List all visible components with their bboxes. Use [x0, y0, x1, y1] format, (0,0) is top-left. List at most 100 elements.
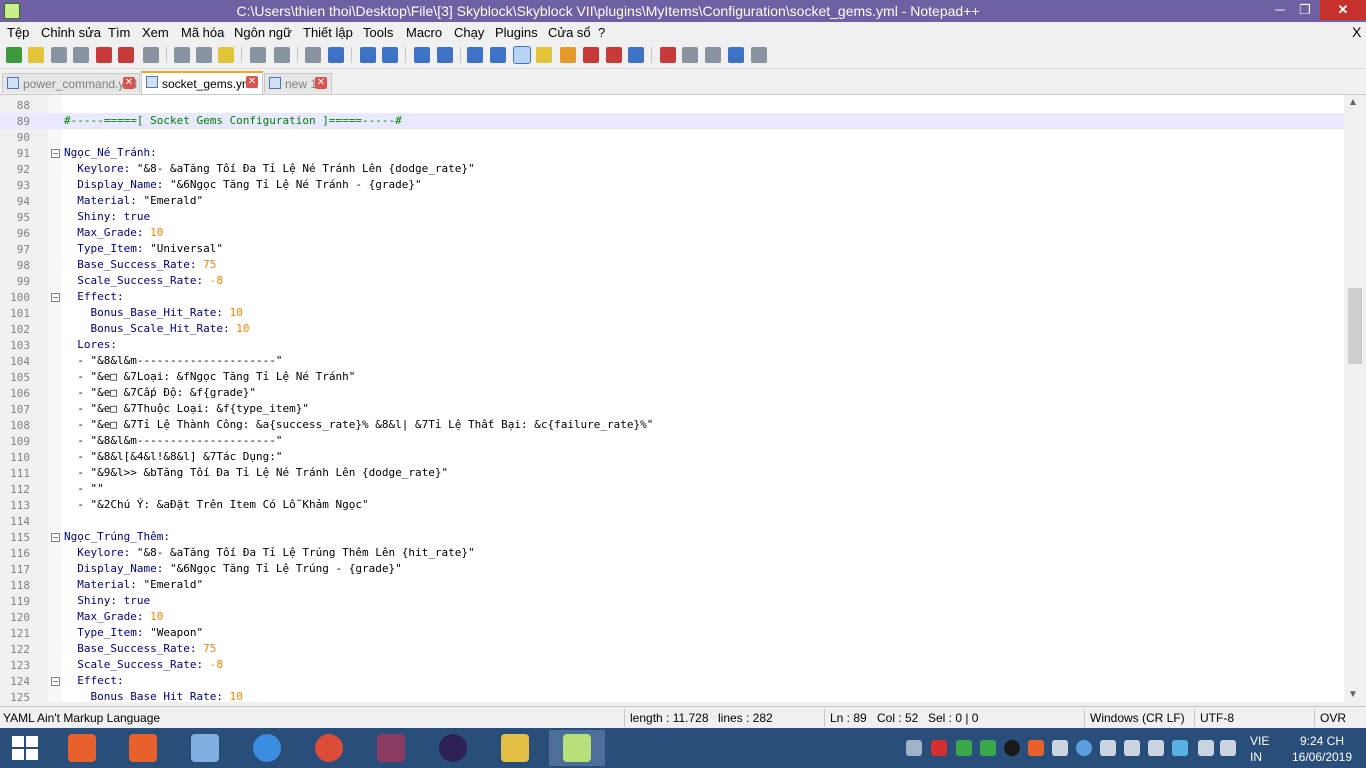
- editor-line[interactable]: 114: [0, 513, 1344, 529]
- editor-line[interactable]: 98 Base_Success_Rate: 75: [0, 257, 1344, 273]
- editor-line[interactable]: 97 Type_Item: "Universal": [0, 241, 1344, 257]
- editor-line[interactable]: 88: [0, 97, 1344, 113]
- show-all-chars-icon[interactable]: [490, 47, 506, 63]
- editor-line[interactable]: 103 Lores:: [0, 337, 1344, 353]
- signal-icon[interactable]: [1220, 740, 1236, 756]
- editor-line[interactable]: 119 Shiny: true: [0, 593, 1344, 609]
- editor-line[interactable]: 115 Ngọc_Trúng_Thêm:: [0, 529, 1344, 545]
- taskbar-chrome[interactable]: [301, 730, 357, 766]
- close-tab-icon[interactable]: ✕: [123, 77, 135, 89]
- find-icon[interactable]: [305, 47, 321, 63]
- fold-toggle-icon[interactable]: [51, 149, 60, 158]
- menu-view[interactable]: Xem: [142, 25, 169, 40]
- taskbar-winrar[interactable]: [363, 730, 419, 766]
- shield-tray-icon[interactable]: [1028, 740, 1044, 756]
- menu-file[interactable]: Tệp: [7, 25, 29, 40]
- new-file-icon[interactable]: [6, 47, 22, 63]
- udl-icon[interactable]: [536, 47, 552, 63]
- network-tray-icon[interactable]: [1076, 740, 1092, 756]
- start-button[interactable]: [12, 736, 38, 760]
- taskbar-security-app-2[interactable]: [115, 730, 171, 766]
- editor-line[interactable]: 108 - "&e□ &7Tỉ Lệ Thành Công: &a{succes…: [0, 417, 1344, 433]
- taskbar-security-app-1[interactable]: [54, 730, 110, 766]
- menu-settings[interactable]: Thiết lập: [303, 25, 353, 40]
- document-map-icon[interactable]: [560, 47, 576, 63]
- save-all-icon[interactable]: [73, 47, 89, 63]
- save-icon[interactable]: [51, 47, 67, 63]
- zoom-out-icon[interactable]: [382, 47, 398, 63]
- folder-workspace-icon[interactable]: [606, 47, 622, 63]
- zoom-in-icon[interactable]: [360, 47, 376, 63]
- indent-guide-icon[interactable]: [513, 46, 531, 64]
- editor-line[interactable]: 90: [0, 129, 1344, 145]
- editor-line[interactable]: 89 #-----=====[ Socket Gems Configuration…: [0, 113, 1344, 129]
- close-tab-icon[interactable]: ✕: [315, 77, 327, 89]
- editor-line[interactable]: 124 Effect:: [0, 673, 1344, 689]
- antivirus-tray-icon[interactable]: [931, 740, 947, 756]
- taskbar-network-app[interactable]: [239, 730, 295, 766]
- editor-line[interactable]: 93 Display_Name: "&6Ngọc Tăng Tỉ Lệ Né T…: [0, 177, 1344, 193]
- editor-line[interactable]: 96 Max_Grade: 10: [0, 225, 1344, 241]
- taskbar-notepadpp[interactable]: [549, 730, 605, 766]
- menu-window[interactable]: Cửa sổ: [548, 25, 591, 40]
- paste-icon[interactable]: [218, 47, 234, 63]
- play-macro-icon[interactable]: [705, 47, 721, 63]
- scroll-down-icon[interactable]: ▼: [1348, 689, 1358, 700]
- editor-line[interactable]: 121 Type_Item: "Weapon": [0, 625, 1344, 641]
- menu-help[interactable]: ?: [598, 25, 605, 40]
- print-icon[interactable]: [143, 47, 159, 63]
- editor-line[interactable]: 101 Bonus_Base_Hit_Rate: 10: [0, 305, 1344, 321]
- fold-toggle-icon[interactable]: [51, 293, 60, 302]
- editor-line[interactable]: 110 - "&8&l[&4&l!&8&l] &7Tác Dụng:": [0, 449, 1344, 465]
- menu-encoding[interactable]: Mã hóa: [181, 25, 224, 40]
- input-language[interactable]: VIE IN: [1250, 733, 1269, 765]
- editor-line[interactable]: 109 - "&8&l&m---------------------": [0, 433, 1344, 449]
- editor-line[interactable]: 122 Base_Success_Rate: 75: [0, 641, 1344, 657]
- menu-search[interactable]: Tìm: [108, 25, 130, 40]
- close-file-icon[interactable]: [96, 47, 112, 63]
- sync-horizontal-icon[interactable]: [437, 47, 453, 63]
- tab-new-1[interactable]: new 1 ✕: [264, 73, 332, 93]
- fold-toggle-icon[interactable]: [51, 677, 60, 686]
- battery-icon[interactable]: [1198, 740, 1214, 756]
- function-list-icon[interactable]: [583, 47, 599, 63]
- open-file-icon[interactable]: [28, 47, 44, 63]
- tab-socket-gems[interactable]: socket_gems.yml ✕: [141, 71, 263, 94]
- share-icon[interactable]: [1100, 740, 1116, 756]
- app-tray-icon-2[interactable]: [980, 740, 996, 756]
- maximize-button[interactable]: ❐: [1291, 0, 1319, 20]
- flag-icon[interactable]: [1052, 740, 1068, 756]
- taskbar-eclipse[interactable]: [425, 730, 481, 766]
- editor-line[interactable]: 111 - "&9&l>> &bTăng Tối Đa Tỉ Lệ Né Trá…: [0, 465, 1344, 481]
- copy-icon[interactable]: [196, 47, 212, 63]
- editor-line[interactable]: 107 - "&e□ &7Thuộc Loại: &f{type_item}": [0, 401, 1344, 417]
- undo-icon[interactable]: [250, 47, 266, 63]
- editor-line[interactable]: 112 - "": [0, 481, 1344, 497]
- editor-line[interactable]: 106 - "&e□ &7Cấp Độ: &f{grade}": [0, 385, 1344, 401]
- editor-line[interactable]: 102 Bonus_Scale_Hit_Rate: 10: [0, 321, 1344, 337]
- taskbar-file-explorer[interactable]: [487, 730, 543, 766]
- menu-plugins[interactable]: Plugins: [495, 25, 538, 40]
- word-wrap-icon[interactable]: [467, 47, 483, 63]
- editor-line[interactable]: 92 Keylore: "&8- &aTăng Tối Đa Tỉ Lệ Né …: [0, 161, 1344, 177]
- editor-line[interactable]: 100 Effect:: [0, 289, 1344, 305]
- editor-line[interactable]: 99 Scale_Success_Rate: -8: [0, 273, 1344, 289]
- stop-macro-icon[interactable]: [682, 47, 698, 63]
- close-document-button[interactable]: X: [1352, 24, 1361, 40]
- close-all-icon[interactable]: [118, 47, 134, 63]
- system-clock[interactable]: 9:24 CH 16/06/2019: [1286, 733, 1358, 765]
- fold-toggle-icon[interactable]: [51, 533, 60, 542]
- display-icon[interactable]: [1124, 740, 1140, 756]
- minimize-button[interactable]: ─: [1266, 0, 1294, 20]
- editor-line[interactable]: 125 Bonus_Base_Hit_Rate: 10: [0, 689, 1344, 702]
- scroll-up-icon[interactable]: ▲: [1348, 97, 1358, 108]
- editor-line[interactable]: 91 Ngọc_Né_Tránh:: [0, 145, 1344, 161]
- close-tab-icon[interactable]: ✕: [246, 76, 258, 88]
- bluetooth-icon[interactable]: [1148, 740, 1164, 756]
- menu-edit[interactable]: Chỉnh sửa: [41, 25, 101, 40]
- sync-vertical-icon[interactable]: [414, 47, 430, 63]
- replace-icon[interactable]: [328, 47, 344, 63]
- monitoring-icon[interactable]: [628, 47, 644, 63]
- save-macro-icon[interactable]: [751, 47, 767, 63]
- sync-tray-icon[interactable]: [1172, 740, 1188, 756]
